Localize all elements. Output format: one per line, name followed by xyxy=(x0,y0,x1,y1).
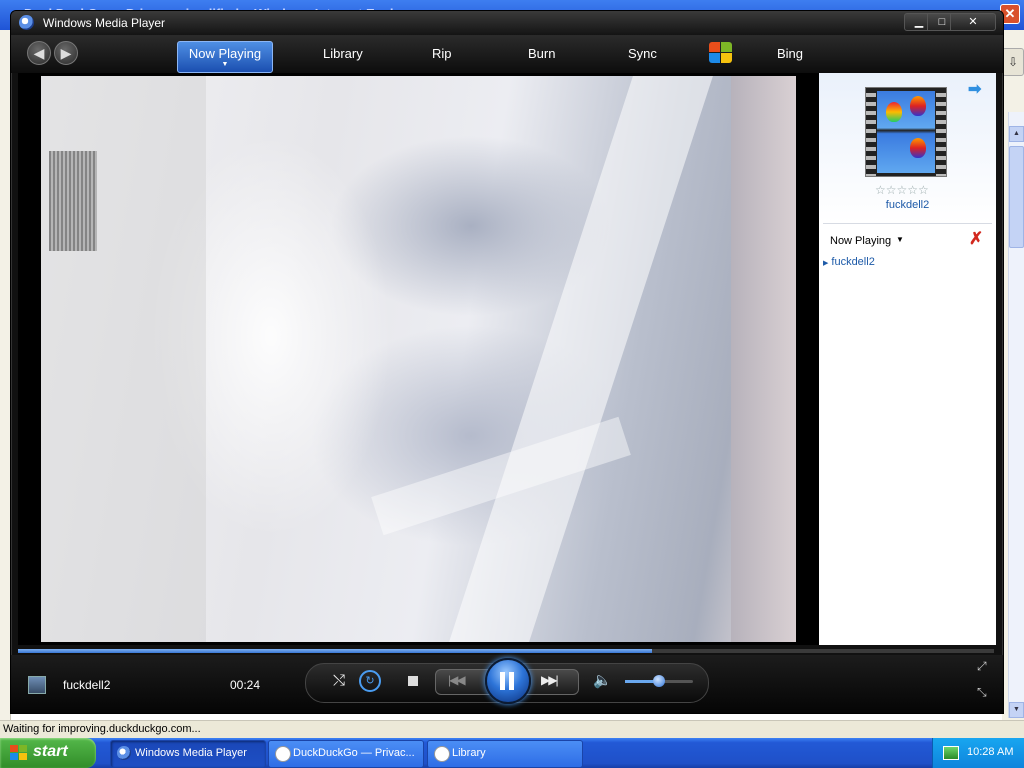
time-display[interactable]: 00:24 xyxy=(230,678,260,692)
tab-now-playing[interactable]: Now Playing ▼ xyxy=(177,41,273,73)
chevron-down-icon: ▼ xyxy=(221,61,229,68)
now-playing-indicator-icon: ▶ xyxy=(823,260,829,267)
star-rating[interactable]: ☆☆☆☆☆ xyxy=(875,183,929,197)
tab-bing[interactable]: Bing xyxy=(777,46,803,61)
media-player-icon xyxy=(117,746,131,760)
windows-flag-icon[interactable] xyxy=(708,41,734,65)
playlist-item[interactable]: ▶ fuckdell2 xyxy=(823,256,875,268)
window-title: Windows Media Player xyxy=(43,16,166,30)
album-art[interactable] xyxy=(865,87,947,177)
status-text: Waiting for improving.duckduckgo.com... xyxy=(3,723,201,735)
duck-icon xyxy=(275,746,291,762)
system-tray: 10:28 AM xyxy=(932,738,1024,768)
media-type-icon xyxy=(28,676,46,694)
tab-library[interactable]: Library xyxy=(323,46,363,61)
playlist-header[interactable]: Now Playing xyxy=(830,235,891,247)
back-button[interactable]: ◀ xyxy=(27,41,51,65)
shuffle-button[interactable]: ⤭ xyxy=(333,672,345,689)
taskbar-button-label: DuckDuckGo — Privac... xyxy=(293,747,415,759)
close-button[interactable]: ✕ xyxy=(950,13,996,31)
pause-button[interactable] xyxy=(485,658,531,704)
media-player-window: Windows Media Player ▁ □ ✕ ◀ ▶ Now Playi… xyxy=(10,10,1004,714)
volume-slider-handle[interactable] xyxy=(653,675,665,687)
start-button[interactable]: start xyxy=(0,738,96,768)
balloon-icon xyxy=(886,102,902,122)
compact-mode-button[interactable]: ⤡ xyxy=(977,685,987,700)
pause-icon xyxy=(500,672,505,690)
forward-button[interactable]: ▶ xyxy=(54,41,78,65)
scroll-down-icon[interactable]: ▼ xyxy=(1009,702,1024,718)
taskbar-button-label: Windows Media Player xyxy=(135,747,247,759)
playlist-item-title: fuckdell2 xyxy=(831,256,875,268)
balloon-icon xyxy=(910,96,926,116)
list-pane: ➡ ☆☆☆☆☆ fuckdell2 Now Playing ▼ ✗ ▶ fuckd… xyxy=(819,73,996,645)
taskbar-button-browser[interactable]: DuckDuckGo — Privac... xyxy=(268,740,424,768)
seek-bar[interactable] xyxy=(18,649,994,653)
album-title[interactable]: fuckdell2 xyxy=(819,199,996,211)
taskbar-button-library[interactable]: Library xyxy=(427,740,583,768)
seek-progress xyxy=(18,649,653,653)
stop-button[interactable] xyxy=(408,676,418,686)
background-browser-go-button[interactable]: ⇩ xyxy=(1002,48,1024,76)
taskbar: start Windows Media Player DuckDuckGo — … xyxy=(0,738,1024,768)
clear-list-icon[interactable]: ✗ xyxy=(969,229,983,249)
scroll-up-icon[interactable]: ▲ xyxy=(1009,126,1024,142)
arrow-right-icon[interactable]: ➡ xyxy=(968,79,981,99)
windows-flag-icon xyxy=(10,745,28,761)
media-player-logo-icon xyxy=(19,15,34,30)
network-icon[interactable] xyxy=(943,746,959,760)
taskbar-button-label: Library xyxy=(452,747,486,759)
balloon-icon xyxy=(910,138,926,158)
tab-rip[interactable]: Rip xyxy=(432,46,452,61)
video-frame[interactable] xyxy=(41,76,796,642)
chevron-down-icon[interactable]: ▼ xyxy=(896,235,904,244)
browser-status-bar: Waiting for improving.duckduckgo.com... xyxy=(0,720,1024,739)
tab-sync[interactable]: Sync xyxy=(628,46,657,61)
start-label: start xyxy=(33,743,68,760)
volume-slider[interactable] xyxy=(625,675,693,687)
clock[interactable]: 10:28 AM xyxy=(967,746,1013,758)
mute-button[interactable]: 🔈 xyxy=(593,671,612,689)
navigation-bar: ◀ ▶ Now Playing ▼ Library Rip Burn Sync … xyxy=(11,35,1003,73)
tab-burn[interactable]: Burn xyxy=(528,46,555,61)
video-display[interactable] xyxy=(18,73,819,645)
taskbar-button-media-player[interactable]: Windows Media Player xyxy=(110,740,266,768)
video-content-chip xyxy=(49,151,97,251)
track-name: fuckdell2 xyxy=(63,678,111,692)
next-button[interactable]: ▶▶| xyxy=(541,673,559,687)
fullscreen-button[interactable]: ⤢ xyxy=(977,659,987,674)
media-player-titlebar[interactable]: Windows Media Player ▁ □ ✕ xyxy=(11,11,1003,35)
repeat-button[interactable]: ↻ xyxy=(359,670,381,692)
tab-now-playing-label: Now Playing xyxy=(188,46,262,61)
duck-icon xyxy=(434,746,450,762)
previous-button[interactable]: |◀◀ xyxy=(448,673,466,687)
playback-controls: fuckdell2 00:24 ⤭ ↻ |◀◀ ▶▶| 🔈 ⤢ ⤡ xyxy=(11,655,1003,713)
background-browser-scroll-thumb[interactable] xyxy=(1009,146,1024,248)
